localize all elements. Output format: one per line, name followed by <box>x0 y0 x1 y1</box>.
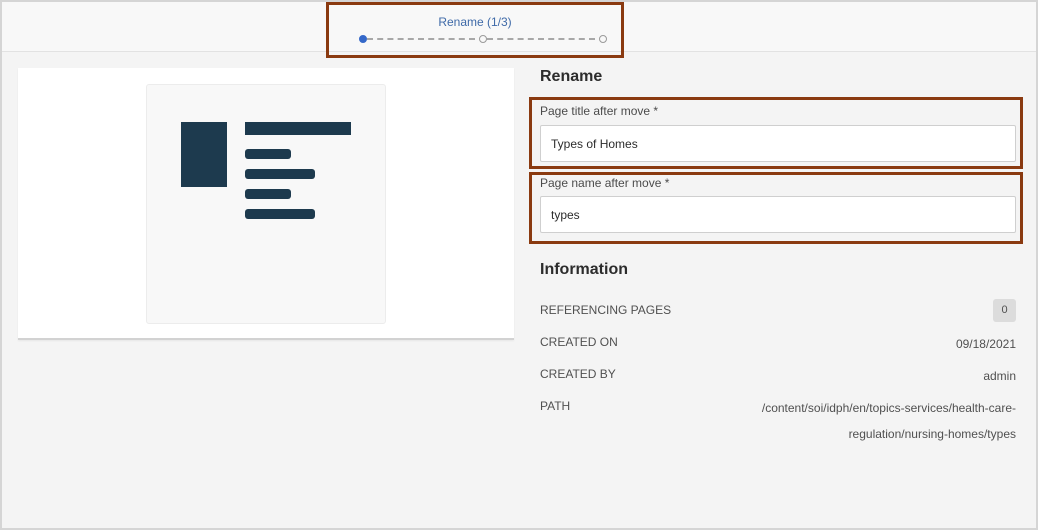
step-connector-1 <box>367 38 475 40</box>
thumb-text-line-1 <box>245 149 291 159</box>
referencing-pages-label: REFERENCING PAGES <box>540 303 672 317</box>
created-on-label: CREATED ON <box>540 335 618 349</box>
rename-heading: Rename <box>540 68 603 85</box>
page-title-label: Page title after move * <box>540 104 659 118</box>
step-3-dot[interactable] <box>599 35 607 43</box>
created-by-value: admin <box>983 369 1016 383</box>
step-connector-2 <box>487 38 595 40</box>
page-preview-card <box>18 68 514 340</box>
thumb-text-line-4 <box>245 209 315 219</box>
thumb-text-line-3 <box>245 189 291 199</box>
created-by-label: CREATED BY <box>540 367 616 381</box>
path-value: /content/soi/idph/en/topics-services/hea… <box>761 401 1016 441</box>
step-2-dot[interactable] <box>479 35 487 43</box>
thumb-heading-line <box>245 122 351 135</box>
wizard-steps <box>359 35 607 43</box>
created-on-value: 09/18/2021 <box>955 337 1016 351</box>
page-template-icon <box>146 84 386 324</box>
wizard-progress: Rename (1/3) <box>326 2 624 58</box>
page-name-input[interactable] <box>540 196 1016 233</box>
step-1-dot[interactable] <box>359 35 367 43</box>
thumb-text-line-2 <box>245 169 315 179</box>
wizard-step-title: Rename (1/3) <box>438 15 512 29</box>
information-heading: Information <box>540 261 628 278</box>
path-label: PATH <box>540 399 571 413</box>
thumb-image-block <box>181 122 227 187</box>
page-name-label: Page name after move * <box>540 176 670 190</box>
referencing-pages-count[interactable]: 0 <box>993 299 1016 322</box>
page-title-input[interactable] <box>540 125 1016 162</box>
